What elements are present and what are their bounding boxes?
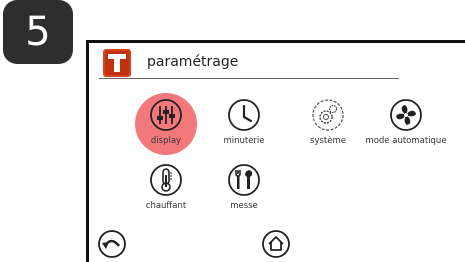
menu-item-label: chauffant xyxy=(145,201,187,211)
menu-item-label: minuterie xyxy=(223,136,265,146)
menu-item-label: mode automatique xyxy=(365,136,447,146)
menu-item-messe[interactable]: messe xyxy=(201,163,287,211)
home-icon[interactable] xyxy=(261,229,291,259)
device-screen: paramétrage display minuterie système mo… xyxy=(86,40,465,262)
thermometer-icon xyxy=(150,164,182,196)
fan-icon xyxy=(390,99,422,131)
header-divider xyxy=(99,78,399,79)
app-logo-icon xyxy=(103,49,131,77)
menu-item-minuterie[interactable]: minuterie xyxy=(201,98,287,146)
page-title: paramétrage xyxy=(147,54,239,70)
clock-icon xyxy=(228,99,260,131)
gear-icon xyxy=(312,99,344,131)
menu-item-label: display xyxy=(150,136,182,146)
sliders-icon xyxy=(150,99,182,131)
menu-item-display[interactable]: display xyxy=(123,98,209,146)
menu-item-systeme[interactable]: système xyxy=(285,98,371,146)
header: paramétrage xyxy=(103,49,403,79)
menu-item-label: messe xyxy=(230,201,258,211)
step-number-badge: 5 xyxy=(3,0,73,64)
tools-icon xyxy=(228,164,260,196)
menu-item-mode-automatique[interactable]: mode automatique xyxy=(363,98,449,146)
menu-item-chauffant[interactable]: chauffant xyxy=(123,163,209,211)
back-arrow-icon[interactable] xyxy=(97,229,127,259)
menu-item-label: système xyxy=(310,136,346,146)
